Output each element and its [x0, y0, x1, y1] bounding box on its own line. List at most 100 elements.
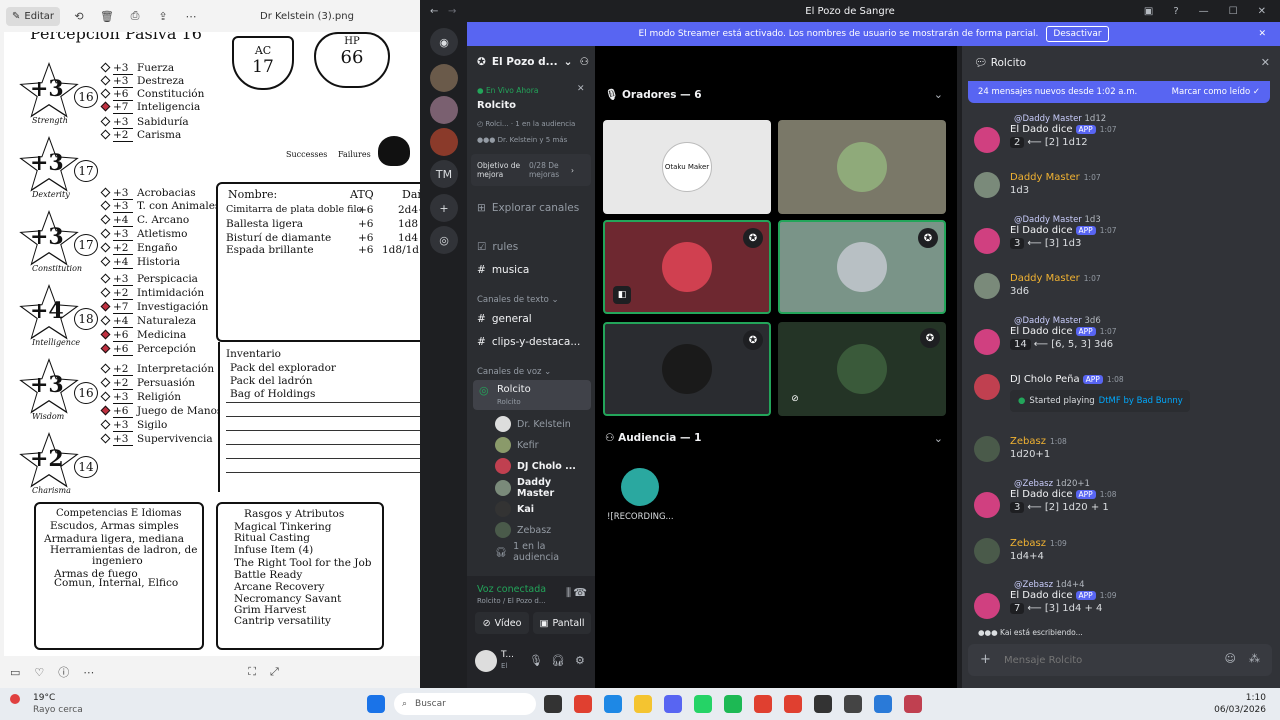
user-avatar[interactable]	[974, 273, 1000, 299]
chrome-profile-icon[interactable]	[754, 695, 772, 713]
clock-time[interactable]: 1:10	[1246, 693, 1266, 703]
photos-icon[interactable]	[874, 695, 892, 713]
invite-icon[interactable]: ⚇	[580, 56, 589, 68]
whatsapp-icon[interactable]	[694, 695, 712, 713]
noise-icon[interactable]: ⫼	[566, 586, 571, 600]
more-icon[interactable]: ⋯	[182, 10, 200, 23]
server-icon[interactable]	[430, 96, 458, 124]
bot-avatar[interactable]	[974, 329, 1000, 355]
minimize-icon[interactable]: —	[1199, 6, 1209, 17]
mic-icon[interactable]: 🎙︎	[529, 654, 543, 667]
moderator-icon[interactable]: ✪	[743, 330, 763, 350]
message-input[interactable]	[1004, 650, 1204, 670]
reply-preview[interactable]: @Zebasz 1d4+4	[974, 580, 1270, 590]
speaker-tile[interactable]: Otaku Maker	[603, 120, 771, 214]
bot-avatar[interactable]	[974, 492, 1000, 518]
fullscreen-icon[interactable]: ⤢	[270, 665, 279, 679]
audience-avatar[interactable]	[621, 468, 659, 506]
chrome-icon[interactable]	[574, 695, 592, 713]
user-avatar[interactable]	[974, 538, 1000, 564]
screen-share-button[interactable]: ▣ Pantall	[533, 612, 591, 634]
inbox-icon[interactable]: ▣	[1144, 6, 1153, 17]
voice-user[interactable]: Zebasz	[495, 520, 591, 540]
apps-icon[interactable]: ⁂	[1249, 652, 1260, 665]
channel-musica[interactable]: # musica	[477, 259, 591, 281]
add-attachment-icon[interactable]: +	[980, 652, 991, 667]
live-channel-name[interactable]: Rolcito	[477, 100, 516, 111]
app-icon[interactable]	[904, 695, 922, 713]
headset-icon[interactable]: 🎧︎	[551, 654, 565, 667]
voice-channel-rolcito[interactable]: ◎ Rolcito Rolcito	[473, 380, 591, 410]
speaker-tile[interactable]	[778, 120, 946, 214]
moderator-icon[interactable]: ✪	[918, 228, 938, 248]
edit-button[interactable]: ✎ Editar	[6, 6, 60, 26]
server-header[interactable]: ✪ El Pozo d... ⌄ ⚇	[477, 56, 589, 68]
discord-icon[interactable]	[664, 695, 682, 713]
moderator-icon[interactable]: ✪	[920, 328, 940, 348]
chevron-down-icon[interactable]: ⌄	[934, 432, 943, 445]
discord-home-icon[interactable]: ◉	[430, 28, 458, 56]
gallery-icon[interactable]: ▭	[10, 666, 20, 679]
back-arrow-icon[interactable]: ←	[430, 6, 438, 17]
heart-icon[interactable]: ♡	[34, 666, 44, 679]
channel-general[interactable]: # general	[477, 308, 591, 330]
user-avatar[interactable]	[475, 650, 497, 672]
moderator-icon[interactable]: ✪	[743, 228, 763, 248]
maximize-icon[interactable]: ☐	[1229, 6, 1238, 17]
activity-link[interactable]: DtMF by Bad Bunny	[1099, 396, 1183, 406]
clock-date[interactable]: 06/03/2026	[1214, 705, 1266, 715]
user-avatar[interactable]	[974, 436, 1000, 462]
more-icon[interactable]: ⋯	[83, 666, 94, 679]
new-messages-bar[interactable]: 24 mensajes nuevos desde 1:02 a.m. Marca…	[968, 81, 1270, 103]
speaker-tile[interactable]: ✪ ⊘	[778, 322, 946, 416]
explore-channels[interactable]: ⊞ Explorar canales	[477, 197, 591, 219]
speaker-tile-speaking[interactable]: ✪	[778, 220, 946, 314]
gear-icon[interactable]: ⚙	[575, 654, 585, 667]
server-icon[interactable]	[430, 128, 458, 156]
reply-preview[interactable]: @Daddy Master 1d3	[974, 215, 1270, 225]
speakers-header[interactable]: 🎙︎ Oradores — 6	[605, 88, 702, 101]
reply-preview[interactable]: @Zebasz 1d20+1	[974, 479, 1270, 489]
chevron-down-icon[interactable]: ⌄	[934, 88, 943, 101]
text-category[interactable]: Canales de texto ⌄	[477, 295, 559, 305]
speaker-tile-speaking[interactable]: ✪	[603, 322, 771, 416]
temperature[interactable]: 19°C	[33, 693, 55, 703]
server-icon[interactable]	[430, 64, 458, 92]
forward-arrow-icon[interactable]: →	[448, 6, 456, 17]
task-view-icon[interactable]	[544, 695, 562, 713]
close-icon[interactable]: ✕	[1258, 6, 1266, 17]
user-avatar[interactable]	[974, 374, 1000, 400]
activity-embed[interactable]: ● Started playing DtMF by Bad Bunny	[1010, 390, 1190, 412]
voice-user[interactable]: Kai	[495, 499, 591, 519]
disconnect-icon[interactable]: ☎	[573, 586, 587, 599]
deactivate-button[interactable]: Desactivar	[1046, 26, 1109, 42]
add-server-icon[interactable]: +	[430, 194, 458, 222]
share-icon[interactable]: ⇪	[154, 10, 172, 23]
bot-avatar[interactable]	[974, 593, 1000, 619]
audience-header[interactable]: ⚇ Audiencia — 1	[605, 432, 701, 444]
close-banner-icon[interactable]: ✕	[1258, 29, 1266, 39]
app-icon[interactable]	[814, 695, 832, 713]
server-icon-tm[interactable]: TM	[430, 160, 458, 188]
reply-preview[interactable]: @Daddy Master 3d6	[974, 316, 1270, 326]
weather-text[interactable]: Rayo cerca	[33, 705, 83, 715]
voice-user[interactable]: Dr. Kelstein	[495, 414, 591, 434]
explorer-icon[interactable]	[634, 695, 652, 713]
app-icon[interactable]	[844, 695, 862, 713]
spotify-icon[interactable]	[724, 695, 742, 713]
edge-icon[interactable]	[604, 695, 622, 713]
close-chat-icon[interactable]: ✕	[1261, 56, 1270, 69]
chrome-profile-icon[interactable]	[784, 695, 802, 713]
voice-user[interactable]: Kefir	[495, 435, 591, 455]
help-icon[interactable]: ?	[1173, 6, 1178, 17]
fit-icon[interactable]: ⛶	[248, 665, 256, 679]
bot-avatar[interactable]	[974, 127, 1000, 153]
start-icon[interactable]	[367, 695, 385, 713]
print-icon[interactable]: ⎙	[126, 9, 144, 23]
reply-preview[interactable]: @Daddy Master 1d12	[974, 114, 1270, 124]
video-button[interactable]: ⊘ Vídeo	[475, 612, 529, 634]
emoji-icon[interactable]: ☺	[1225, 652, 1236, 665]
user-avatar[interactable]	[974, 172, 1000, 198]
explore-icon[interactable]: ◎	[430, 226, 458, 254]
delete-icon[interactable]: 🗑	[98, 10, 116, 23]
